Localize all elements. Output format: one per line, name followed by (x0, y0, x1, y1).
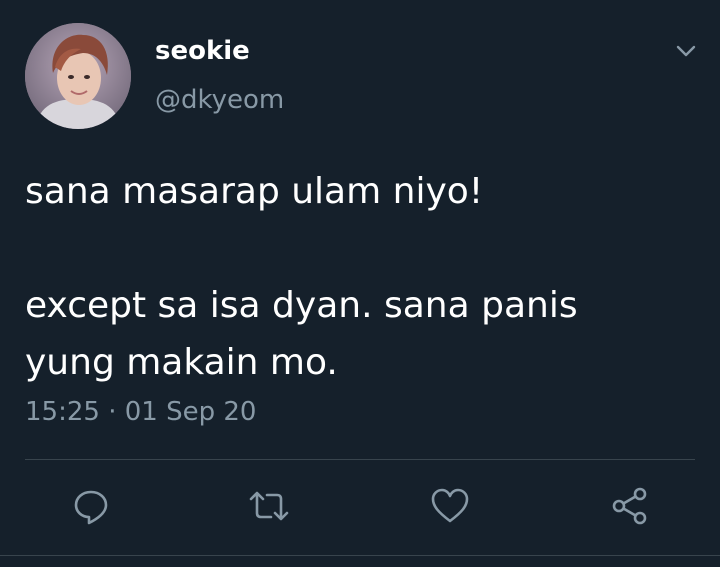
tweet-timestamp[interactable]: 15:25 · 01 Sep 20 (25, 397, 256, 427)
tweet-line: yung makain mo. (25, 342, 338, 383)
reply-button[interactable] (69, 484, 113, 528)
divider (25, 459, 695, 460)
user-handle[interactable]: @dkyeom (155, 85, 284, 115)
more-options-chevron-down-icon[interactable] (673, 40, 699, 62)
retweet-button[interactable] (247, 484, 291, 528)
heart-icon (431, 488, 469, 523)
tweet-line: except sa isa dyan. sana panis (25, 285, 578, 326)
divider (0, 555, 720, 556)
retweet-icon (249, 491, 289, 521)
share-icon (612, 487, 647, 525)
tweet-line (25, 220, 695, 277)
tweet-text: sana masarap ulam niyo! except sa isa dy… (25, 163, 695, 391)
reply-icon (74, 490, 108, 525)
avatar[interactable] (25, 23, 131, 129)
share-button[interactable] (608, 484, 652, 528)
tweet-line: sana masarap ulam niyo! (25, 171, 484, 212)
display-name[interactable]: seokie (155, 36, 250, 66)
avatar-photo (25, 23, 131, 129)
like-button[interactable] (428, 484, 472, 528)
